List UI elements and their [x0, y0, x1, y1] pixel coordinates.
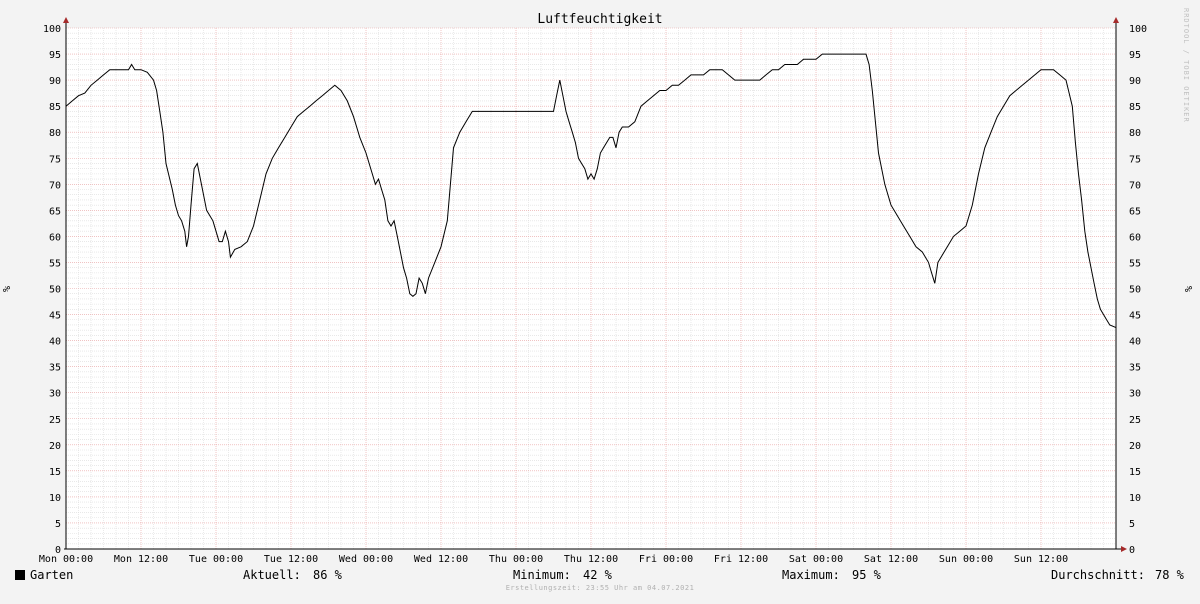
legend-minimum-label: Minimum: [513, 568, 571, 582]
x-tick-label: Sat 00:00 [789, 554, 843, 565]
x-tick-label: Fri 12:00 [714, 554, 768, 565]
y-tick-label-right: 100 [1129, 24, 1147, 35]
y-tick-label-left: 40 [49, 337, 61, 348]
x-tick-label: Thu 12:00 [564, 554, 618, 565]
y-tick-label-right: 15 [1129, 467, 1141, 478]
y-tick-label-right: 20 [1129, 441, 1141, 452]
x-tick-label: Tue 12:00 [264, 554, 318, 565]
x-axis-arrow [1121, 546, 1127, 552]
x-tick-label: Wed 00:00 [339, 554, 393, 565]
legend-maximum-label: Maximum: [782, 568, 840, 582]
y-tick-label-right: 40 [1129, 337, 1141, 348]
y-tick-label-left: 5 [55, 519, 61, 530]
y-tick-label-right: 5 [1129, 519, 1135, 530]
y-tick-label-left: 50 [49, 285, 61, 296]
legend-series-label: Garten [30, 568, 74, 582]
y-tick-label-left: 55 [49, 258, 61, 269]
grid-layer [65, 27, 1116, 550]
legend-durchschnitt-value: 78 % [1155, 568, 1184, 582]
y-tick-label-right: 10 [1129, 493, 1141, 504]
y-tick-label-right: 35 [1129, 363, 1141, 374]
y-axis-right-arrow [1113, 17, 1119, 23]
y-tick-label-right: 55 [1129, 258, 1141, 269]
y-tick-label-left: 75 [49, 154, 61, 165]
y-tick-label-left: 85 [49, 102, 61, 113]
y-axis-label-left: % [2, 286, 13, 292]
x-tick-label: Sat 12:00 [864, 554, 918, 565]
y-tick-label-right: 95 [1129, 50, 1141, 61]
y-tick-label-left: 65 [49, 206, 61, 217]
y-tick-label-left: 35 [49, 363, 61, 374]
x-tick-label: Fri 00:00 [639, 554, 693, 565]
y-axis-label-right: % [1184, 286, 1195, 292]
legend-minimum-value: 42 % [583, 568, 612, 582]
y-tick-label-right: 75 [1129, 154, 1141, 165]
x-tick-label: Mon 00:00 [39, 554, 93, 565]
y-tick-label-left: 60 [49, 232, 61, 243]
humidity-chart: 0 0 5 5 10 10 15 15 20 20 25 25 30 30 35 35 40 40 45 45 50 50… [0, 0, 1200, 600]
y-tick-label-right: 90 [1129, 76, 1141, 87]
y-tick-label-right: 85 [1129, 102, 1141, 113]
y-axis-left-arrow [63, 17, 69, 23]
y-tick-label-right: 65 [1129, 206, 1141, 217]
chart-title: Luftfeuchtigkeit [537, 12, 662, 27]
legend-maximum-value: 95 % [852, 568, 881, 582]
y-tick-label-right: 25 [1129, 415, 1141, 426]
y-tick-label-left: 80 [49, 128, 61, 139]
y-tick-label-left: 95 [49, 50, 61, 61]
x-tick-label: Sun 12:00 [1014, 554, 1068, 565]
y-tick-label-right: 0 [1129, 545, 1135, 556]
x-tick-label: Wed 12:00 [414, 554, 468, 565]
y-tick-label-right: 60 [1129, 232, 1141, 243]
legend-aktuell-label: Aktuell: [243, 568, 301, 582]
x-tick-label: Sun 00:00 [939, 554, 993, 565]
x-tick-label: Thu 00:00 [489, 554, 543, 565]
y-tick-label-right: 50 [1129, 285, 1141, 296]
legend-aktuell-value: 86 % [313, 568, 342, 582]
y-tick-label-left: 70 [49, 180, 61, 191]
rrdtool-watermark: RRDTOOL / TOBI OETIKER [1182, 8, 1190, 123]
chart-canvas: 0 05 510 1015 1520 2025 2530 3035 3540 4045 4550 50… [2, 12, 1195, 565]
y-tick-label-left: 45 [49, 311, 61, 322]
legend-durchschnitt-label: Durchschnitt: [1051, 568, 1145, 582]
y-tick-label-right: 45 [1129, 311, 1141, 322]
y-tick-label-left: 100 [43, 24, 61, 35]
x-tick-label: Tue 00:00 [189, 554, 243, 565]
y-tick-label-left: 10 [49, 493, 61, 504]
y-tick-label-left: 15 [49, 467, 61, 478]
y-tick-label-left: 25 [49, 415, 61, 426]
legend: Garten Aktuell: 86 % Minimum: 42 % Maxim… [0, 566, 1200, 584]
x-tick-label: Mon 12:00 [114, 554, 168, 565]
y-tick-label-left: 20 [49, 441, 61, 452]
y-tick-label-right: 70 [1129, 180, 1141, 191]
y-tick-label-right: 30 [1129, 389, 1141, 400]
y-tick-label-left: 30 [49, 389, 61, 400]
legend-swatch [15, 570, 25, 580]
footer-timestamp: Erstellungszeit: 23:55 Uhr am 04.07.2021 [505, 584, 695, 592]
y-tick-label-left: 90 [49, 76, 61, 87]
y-tick-label-right: 80 [1129, 128, 1141, 139]
